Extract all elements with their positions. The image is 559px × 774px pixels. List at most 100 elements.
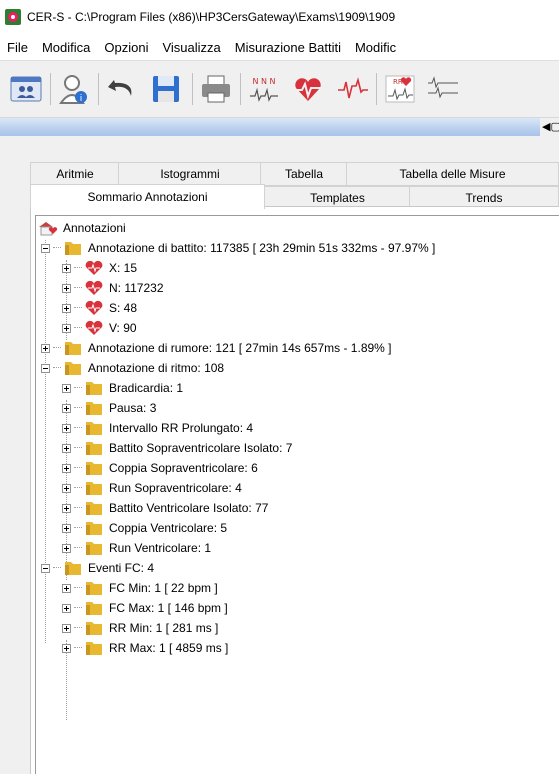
tree-node-label: Pausa: 3 <box>109 401 157 415</box>
folder-icon <box>84 420 104 436</box>
tree-node-bradicardia[interactable]: Bradicardia: 1 <box>62 378 183 398</box>
tree-node-fc-max[interactable]: FC Max: 1 [ 146 bpm ] <box>62 598 228 618</box>
tree-node-label: Intervallo RR Prolungato: 4 <box>109 421 254 435</box>
save-icon[interactable] <box>148 71 184 107</box>
tab-tabella[interactable]: Tabella <box>260 162 348 186</box>
tree-node-label: Coppia Ventricolare: 5 <box>109 521 228 535</box>
folder-icon <box>63 560 83 576</box>
tree-node-beat-v[interactable]: V: 90 <box>62 318 137 338</box>
nnn-beats-icon[interactable]: N N N <box>246 71 282 107</box>
rr-heart-grid-icon[interactable]: RR <box>382 71 418 107</box>
tree-node-pausa[interactable]: Pausa: 3 <box>62 398 156 418</box>
tab-aritmie[interactable]: Aritmie <box>30 162 120 186</box>
menu-bar: File Modifica Opzioni Visualizza Misuraz… <box>0 34 559 60</box>
folder-icon <box>63 340 83 356</box>
tree-node-label: Run Ventricolare: 1 <box>109 541 212 555</box>
menu-modific[interactable]: Modific <box>348 40 403 55</box>
expand-icon[interactable] <box>62 503 71 513</box>
expand-icon[interactable] <box>62 523 71 533</box>
folder-icon <box>84 620 104 636</box>
folder-icon <box>84 400 104 416</box>
print-icon[interactable] <box>198 71 234 107</box>
tree-node-battito-ventricolare-isolato[interactable]: Battito Ventricolare Isolato: 77 <box>62 498 268 518</box>
tree-node-run-ventricolare[interactable]: Run Ventricolare: 1 <box>62 538 211 558</box>
expand-icon[interactable] <box>62 463 71 473</box>
tree-node-label: Coppia Sopraventricolare: 6 <box>109 461 258 475</box>
tree-node-intervallo-rr-prolungato[interactable]: Intervallo RR Prolungato: 4 <box>62 418 253 438</box>
expand-icon[interactable] <box>62 483 71 493</box>
heart-icon <box>84 320 104 336</box>
tab-istogrammi[interactable]: Istogrammi <box>118 162 262 186</box>
folder-icon <box>84 460 104 476</box>
heart-ecg-icon[interactable] <box>290 71 326 107</box>
tree-node-label: S: 48 <box>109 301 138 315</box>
annotations-summary-panel: Annotazioni Annotazione di battito: 1173… <box>30 206 559 774</box>
ecg-traces-icon[interactable] <box>424 71 460 107</box>
collapse-panel-button[interactable]: ◀▢ <box>540 118 559 136</box>
expand-icon[interactable] <box>62 543 71 553</box>
expand-icon[interactable] <box>41 343 50 353</box>
tree-node-label: Battito Ventricolare Isolato: 77 <box>109 501 269 515</box>
expand-icon[interactable] <box>62 623 71 633</box>
folder-icon <box>84 380 104 396</box>
collapse-icon[interactable] <box>41 563 50 573</box>
tree-node-beat-x[interactable]: X: 15 <box>62 258 137 278</box>
user-info-icon[interactable]: i <box>56 71 92 107</box>
tree-node-coppia-ventricolare[interactable]: Coppia Ventricolare: 5 <box>62 518 227 538</box>
tree-node-annotazione-battito[interactable]: Annotazione di battito: 117385 [ 23h 29m… <box>41 238 435 258</box>
heart-icon <box>84 260 104 276</box>
folder-icon <box>84 520 104 536</box>
expand-icon[interactable] <box>62 443 71 453</box>
tree-node-label: RR Max: 1 [ 4859 ms ] <box>109 641 229 655</box>
folder-icon <box>84 500 104 516</box>
menu-modifica[interactable]: Modifica <box>35 40 97 55</box>
heart-icon <box>84 280 104 296</box>
tree-node-run-sopraventricolare[interactable]: Run Sopraventricolare: 4 <box>62 478 242 498</box>
expand-icon[interactable] <box>62 403 71 413</box>
tree-node-beat-n[interactable]: N: 117232 <box>62 278 164 298</box>
expand-icon[interactable] <box>62 423 71 433</box>
tree-node-rr-max[interactable]: RR Max: 1 [ 4859 ms ] <box>62 638 228 658</box>
status-strip <box>0 118 540 136</box>
expand-icon[interactable] <box>62 643 71 653</box>
collapse-icon[interactable] <box>41 363 50 373</box>
annotations-tree[interactable]: Annotazioni Annotazione di battito: 1173… <box>35 215 559 774</box>
menu-file[interactable]: File <box>0 40 35 55</box>
svg-text:i: i <box>80 94 83 104</box>
tab-sommario-annotazioni[interactable]: Sommario Annotazioni <box>30 184 265 209</box>
tree-node-label: RR Min: 1 [ 281 ms ] <box>109 621 219 635</box>
expand-icon[interactable] <box>62 283 71 293</box>
expand-icon[interactable] <box>62 383 71 393</box>
collapse-icon[interactable] <box>41 243 50 253</box>
tree-node-eventi-fc[interactable]: Eventi FC: 4 <box>41 558 154 578</box>
tree-node-annotazioni[interactable]: Annotazioni <box>38 218 126 238</box>
expand-icon[interactable] <box>62 303 71 313</box>
app-icon[interactable] <box>5 9 21 25</box>
menu-opzioni[interactable]: Opzioni <box>97 40 155 55</box>
tree-node-beat-s[interactable]: S: 48 <box>62 298 137 318</box>
menu-visualizza[interactable]: Visualizza <box>155 40 227 55</box>
tree-node-label: Annotazione di battito: 117385 [ 23h 29m… <box>88 241 436 255</box>
undo-icon[interactable] <box>104 71 140 107</box>
expand-icon[interactable] <box>62 323 71 333</box>
tree-node-label: Eventi FC: 4 <box>88 561 155 575</box>
tree-node-label: Bradicardia: 1 <box>109 381 184 395</box>
tree-node-label: Annotazioni <box>63 221 126 235</box>
patients-icon[interactable] <box>8 71 44 107</box>
expand-icon[interactable] <box>62 583 71 593</box>
title-bar: CER-S - C:\Program Files (x86)\HP3CersGa… <box>0 0 559 34</box>
tree-node-fc-min[interactable]: FC Min: 1 [ 22 bpm ] <box>62 578 218 598</box>
menu-misurazione-battiti[interactable]: Misurazione Battiti <box>228 40 348 55</box>
tree-node-label: Annotazione di rumore: 121 [ 27min 14s 6… <box>88 341 392 355</box>
expand-icon[interactable] <box>62 263 71 273</box>
tree-node-annotazione-rumore[interactable]: Annotazione di rumore: 121 [ 27min 14s 6… <box>41 338 392 358</box>
expand-icon[interactable] <box>62 603 71 613</box>
window-title: CER-S - C:\Program Files (x86)\HP3CersGa… <box>27 10 396 24</box>
tree-node-rr-min[interactable]: RR Min: 1 [ 281 ms ] <box>62 618 218 638</box>
ecg-wave-icon[interactable] <box>334 71 370 107</box>
tree-node-annotazione-ritmo[interactable]: Annotazione di ritmo: 108 <box>41 358 224 378</box>
folder-icon <box>84 600 104 616</box>
tree-node-coppia-sopraventricolare[interactable]: Coppia Sopraventricolare: 6 <box>62 458 258 478</box>
tab-tabella-delle-misure[interactable]: Tabella delle Misure <box>346 162 559 186</box>
tree-node-battito-sopraventricolare-isolato[interactable]: Battito Sopraventricolare Isolato: 7 <box>62 438 292 458</box>
